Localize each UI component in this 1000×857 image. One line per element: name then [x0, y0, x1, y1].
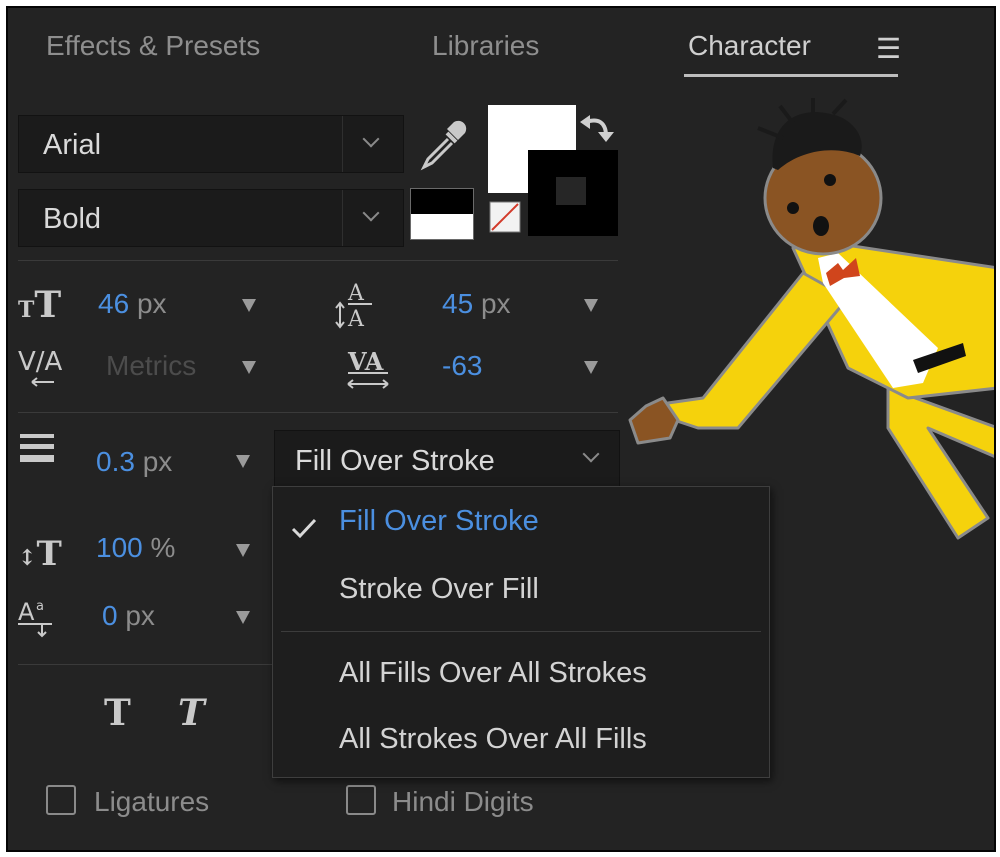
stroke-width-value: 0.3	[96, 446, 135, 477]
menu-item-fill-over-stroke[interactable]: Fill Over Stroke	[339, 505, 539, 538]
faux-italic-button[interactable]: T	[178, 692, 205, 734]
tracking-icon: VA	[347, 347, 389, 389]
svg-text:A: A	[18, 598, 35, 626]
tab-effects-presets[interactable]: Effects & Presets	[46, 30, 260, 62]
stroke-width-dropdown-arrow-icon[interactable]	[236, 455, 250, 468]
stroke-order-menu: Fill Over Stroke Stroke Over Fill All Fi…	[272, 486, 770, 778]
kerning-value[interactable]: Metrics	[106, 350, 196, 382]
active-tab-indicator	[684, 74, 898, 77]
font-size-field[interactable]: 46 px	[98, 288, 167, 320]
tracking-value[interactable]: -63	[442, 350, 482, 382]
font-size-icon: TT	[18, 284, 62, 326]
font-style-dropdown[interactable]: Bold	[18, 189, 404, 247]
baseline-shift-unit: px	[125, 600, 155, 631]
hamburger-menu-icon[interactable]: ☰	[876, 32, 901, 65]
menu-item-stroke-over-fill[interactable]: Stroke Over Fill	[339, 573, 539, 606]
leading-unit: px	[480, 288, 511, 319]
default-colors-icon[interactable]	[410, 188, 474, 240]
stroke-order-value: Fill Over Stroke	[295, 445, 495, 477]
svg-text:A: A	[347, 281, 365, 306]
stroke-color-swatch[interactable]	[528, 150, 618, 236]
vertical-scale-dropdown-arrow-icon[interactable]	[236, 544, 250, 557]
leading-icon: A A	[335, 281, 372, 330]
stroke-width-field[interactable]: 0.3 px	[96, 446, 172, 478]
vertical-scale-value: 100	[96, 532, 143, 563]
tab-character[interactable]: Character	[688, 30, 811, 62]
ligatures-checkbox[interactable]	[46, 785, 76, 815]
ligatures-label: Ligatures	[94, 786, 210, 817]
baseline-shift-dropdown-arrow-icon[interactable]	[236, 611, 250, 624]
chevron-down-icon	[362, 204, 380, 222]
svg-text:A: A	[347, 307, 365, 330]
hindi-digits-checkbox[interactable]	[346, 785, 376, 815]
checkmark-icon	[291, 518, 317, 539]
hindi-digits-label: Hindi Digits	[392, 786, 534, 817]
chevron-down-icon	[362, 130, 380, 148]
menu-divider	[281, 631, 761, 632]
font-size-value: 46	[98, 288, 130, 319]
leading-dropdown-arrow-icon[interactable]	[584, 299, 598, 312]
svg-text:VA: VA	[347, 347, 384, 376]
stroke-width-icon	[20, 434, 54, 462]
font-family-dropdown[interactable]: Arial	[18, 115, 404, 173]
baseline-shift-field[interactable]: 0 px	[102, 600, 155, 632]
font-size-dropdown-arrow-icon[interactable]	[242, 299, 256, 312]
stroke-order-dropdown[interactable]: Fill Over Stroke	[274, 430, 620, 488]
kerning-icon: V/A	[18, 347, 62, 387]
leading-field[interactable]: 45 px	[442, 288, 511, 320]
stroke-width-unit: px	[142, 446, 173, 477]
font-size-unit: px	[136, 288, 167, 319]
font-family-value: Arial	[43, 129, 102, 161]
vertical-scale-icon: ↕T	[18, 534, 62, 574]
menu-item-all-fills-over-all-strokes[interactable]: All Fills Over All Strokes	[339, 657, 647, 690]
kerning-dropdown-arrow-icon[interactable]	[242, 361, 256, 374]
vertical-scale-field[interactable]: 100 %	[96, 532, 175, 564]
baseline-shift-icon: A a	[18, 598, 52, 638]
eyedropper-icon[interactable]	[414, 116, 474, 174]
vertical-scale-unit: %	[150, 532, 176, 563]
menu-item-all-strokes-over-all-fills[interactable]: All Strokes Over All Fills	[339, 723, 647, 756]
leading-value: 45	[442, 288, 474, 319]
baseline-shift-value: 0	[102, 600, 118, 631]
faux-bold-button[interactable]: T	[104, 692, 131, 734]
tracking-dropdown-arrow-icon[interactable]	[584, 361, 598, 374]
tab-libraries[interactable]: Libraries	[432, 30, 539, 62]
chevron-down-icon	[582, 445, 600, 463]
no-color-icon[interactable]	[488, 200, 522, 234]
font-style-value: Bold	[43, 203, 102, 235]
character-panel: Effects & Presets Libraries Character ☰ …	[6, 6, 996, 852]
svg-text:V/A: V/A	[18, 347, 62, 377]
svg-text:a: a	[36, 599, 44, 614]
